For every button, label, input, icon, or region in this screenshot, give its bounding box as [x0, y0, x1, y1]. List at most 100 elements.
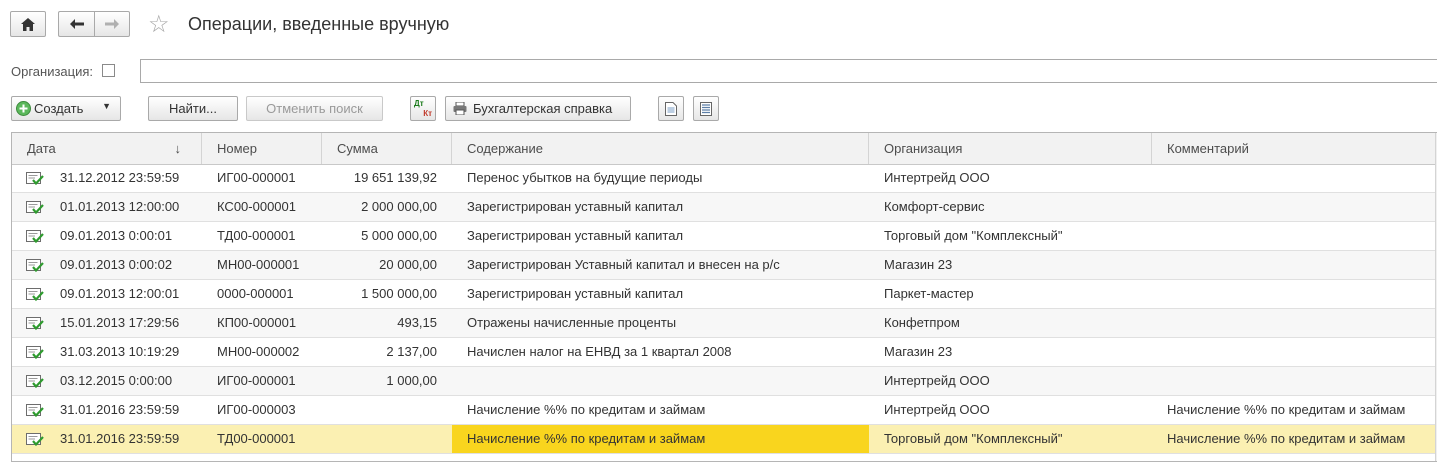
cell-org: Интертрейд ООО: [884, 402, 990, 417]
dt-kt-icon: Дт Кт: [414, 98, 432, 118]
cell-org: Магазин 23: [884, 257, 953, 272]
create-button-label: Создать: [34, 101, 84, 116]
cell-sum: 2 000 000,00: [361, 199, 437, 214]
cell-comment: [1152, 309, 1436, 337]
table-row[interactable]: 15.01.2013 17:29:56 КП00-000001 493,15 Отра…: [12, 309, 1436, 338]
cell-date: 31.12.2012 23:59:59: [60, 170, 180, 185]
posted-document-icon: [26, 288, 44, 302]
plus-circle-icon: [16, 101, 31, 116]
cell-comment: Начисление %% по кредитам и займам: [1167, 402, 1406, 417]
table-row[interactable]: 09.01.2013 0:00:02 МН00-000001 20 000,00 За…: [12, 251, 1436, 280]
sort-arrow-icon: ↓: [174, 141, 182, 156]
arrow-left-icon: [69, 19, 84, 29]
page-title: Операции, введенные вручную: [188, 14, 450, 34]
posted-document-icon: [26, 259, 44, 273]
cell-org: Магазин 23: [884, 344, 953, 359]
chevron-down-icon: ▼: [102, 101, 111, 111]
operations-table: Дата ↓ Номер Сумма Содержание Организаци…: [11, 132, 1437, 462]
cell-org: Паркет-мастер: [884, 286, 974, 301]
column-header-sum[interactable]: Сумма: [322, 133, 452, 164]
posted-document-icon: [26, 172, 44, 186]
cell-org: Торговый дом "Комплексный": [884, 431, 1063, 446]
home-icon: [21, 17, 35, 31]
column-header-date[interactable]: Дата ↓: [12, 133, 202, 164]
cell-date: 09.01.2013 0:00:01: [60, 228, 173, 243]
printer-icon: [453, 102, 467, 115]
cell-content: Отражены начисленные проценты: [467, 315, 677, 330]
find-button-label: Найти...: [169, 101, 217, 116]
cell-date: 03.12.2015 0:00:00: [60, 373, 173, 388]
cell-comment: [1152, 338, 1436, 366]
cancel-search-button[interactable]: Отменить поиск: [246, 96, 383, 121]
cell-comment: [1152, 367, 1436, 395]
dt-kt-button[interactable]: Дт Кт: [410, 96, 436, 121]
list-settings-button[interactable]: [693, 96, 719, 121]
cell-org: Комфорт-сервис: [884, 199, 985, 214]
cell-date: 15.01.2013 17:29:56: [60, 315, 180, 330]
table-row[interactable]: 01.01.2013 12:00:00 КС00-000001 2 000 000,…: [12, 193, 1436, 222]
cell-date: 09.01.2013 0:00:02: [60, 257, 173, 272]
table-row[interactable]: 31.03.2013 10:19:29 МН00-000002 2 137,00 На…: [12, 338, 1436, 367]
cell-comment: [1152, 251, 1436, 279]
organization-field[interactable]: [140, 59, 1437, 83]
find-button[interactable]: Найти...: [148, 96, 238, 121]
table-row[interactable]: 09.01.2013 0:00:01 ТД00-000001 5 000 000,0…: [12, 222, 1436, 251]
cell-date: 09.01.2013 12:00:01: [60, 286, 180, 301]
cell-sum: 1 500 000,00: [361, 286, 437, 301]
home-button[interactable]: [10, 11, 46, 37]
cell-sum: [322, 425, 452, 453]
column-header-comment[interactable]: Комментарий: [1152, 133, 1436, 164]
list-icon: [700, 101, 712, 116]
cell-sum: [322, 396, 452, 424]
cell-org: Интертрейд ООО: [884, 373, 990, 388]
cell-date: 31.01.2016 23:59:59: [60, 402, 180, 417]
cell-content: Зарегистрирован Уставный капитал и внесе…: [467, 257, 780, 272]
back-button[interactable]: [58, 11, 94, 37]
table-header: Дата ↓ Номер Сумма Содержание Организаци…: [12, 133, 1436, 165]
cell-number: КС00-000001: [217, 199, 296, 214]
cell-content: Начислен налог на ЕНВД за 1 квартал 2008: [467, 344, 732, 359]
cell-number: ТД00-000001: [217, 431, 296, 446]
table-row[interactable]: 03.12.2015 0:00:00 ИГ00-000001 1 000,00 Инт…: [12, 367, 1436, 396]
table-row[interactable]: 31.01.2016 23:59:59 ИГ00-000003 Начисление…: [12, 396, 1436, 425]
accounting-report-label: Бухгалтерская справка: [473, 101, 613, 116]
cell-sum: 5 000 000,00: [361, 228, 437, 243]
cell-number: МН00-000001: [217, 257, 300, 272]
cell-number: ИГ00-000001: [217, 170, 296, 185]
create-button[interactable]: Создать ▼: [11, 96, 121, 121]
cell-content: Начисление %% по кредитам и займам: [467, 402, 706, 417]
forward-button[interactable]: [94, 11, 130, 37]
document-icon: [665, 101, 677, 116]
cell-sum: 2 137,00: [386, 344, 437, 359]
cell-sum: 20 000,00: [379, 257, 437, 272]
table-row[interactable]: 09.01.2013 12:00:01 0000-000001 1 500 000,…: [12, 280, 1436, 309]
cell-number: ТД00-000001: [217, 228, 296, 243]
cell-comment: [1152, 193, 1436, 221]
posted-document-icon: [26, 346, 44, 360]
cell-comment: Начисление %% по кредитам и займам: [1167, 431, 1406, 446]
posted-document-icon: [26, 317, 44, 331]
document-button[interactable]: [658, 96, 684, 121]
favorite-star-icon[interactable]: ☆: [148, 10, 170, 40]
posted-document-icon: [26, 433, 44, 447]
posted-document-icon: [26, 201, 44, 215]
cell-content: Зарегистрирован уставный капитал: [467, 228, 684, 243]
cell-number: КП00-000001: [217, 315, 297, 330]
cell-number: ИГ00-000001: [217, 373, 296, 388]
table-row[interactable]: 31.01.2016 23:59:59 ТД00-000001 Начисление…: [12, 425, 1436, 454]
cell-sum: 493,15: [397, 315, 437, 330]
column-header-organization[interactable]: Организация: [869, 133, 1152, 164]
cell-content: Перенос убытков на будущие периоды: [467, 170, 703, 185]
posted-document-icon: [26, 404, 44, 418]
column-header-number[interactable]: Номер: [202, 133, 322, 164]
cell-content: [452, 367, 869, 395]
column-header-content[interactable]: Содержание: [452, 133, 869, 164]
table-row[interactable]: 31.12.2012 23:59:59 ИГ00-000001 19 651 139…: [12, 164, 1436, 193]
posted-document-icon: [26, 230, 44, 244]
cell-org: Конфетпром: [884, 315, 960, 330]
cell-org: Интертрейд ООО: [884, 170, 990, 185]
accounting-report-button[interactable]: Бухгалтерская справка: [445, 96, 631, 121]
cell-comment: [1152, 164, 1436, 192]
organization-checkbox[interactable]: [102, 64, 115, 77]
cell-number: 0000-000001: [217, 286, 294, 301]
